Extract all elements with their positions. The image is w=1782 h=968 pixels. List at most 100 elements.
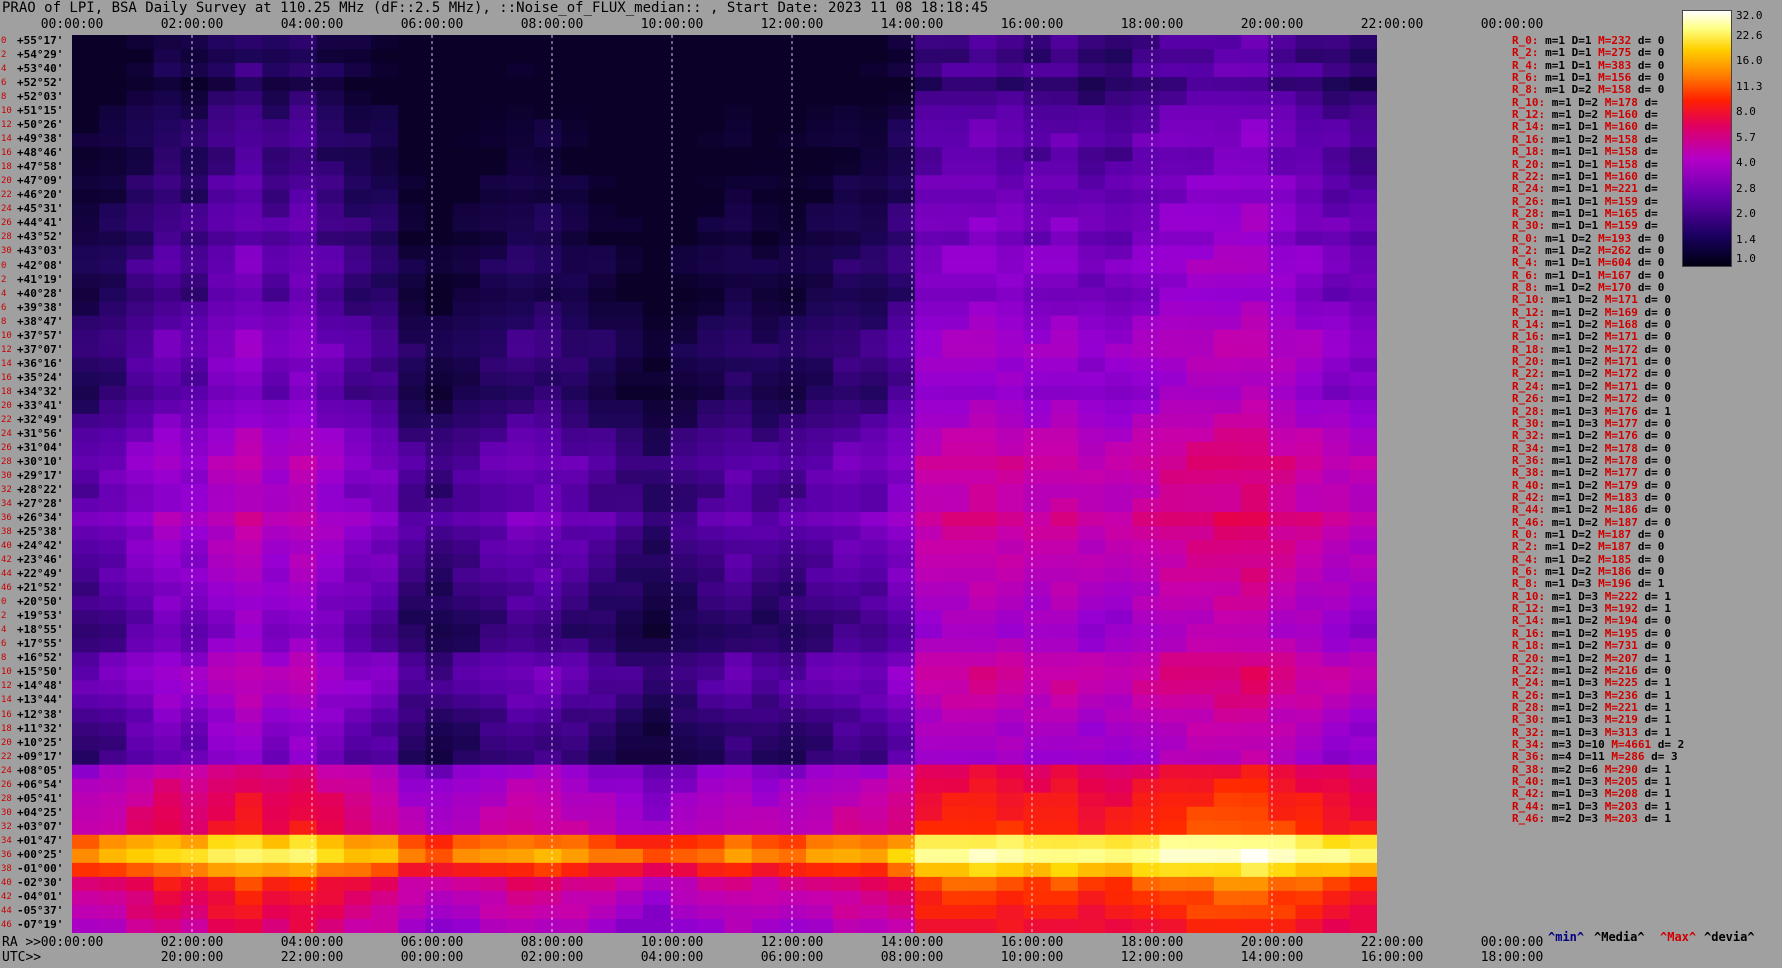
heatmap-cell — [99, 427, 127, 443]
heatmap-cell — [1077, 792, 1106, 808]
heatmap-cell — [153, 329, 182, 345]
stat-min: m=1 — [1551, 503, 1579, 517]
heatmap-cell — [1241, 245, 1269, 260]
heatmap-cell — [914, 259, 943, 275]
heatmap-cell — [942, 624, 970, 639]
heatmap-cell — [452, 161, 481, 176]
heatmap-cell — [534, 357, 562, 373]
heatmap-cell — [479, 610, 508, 625]
heatmap-cell — [235, 540, 263, 555]
heatmap-cell — [262, 231, 290, 246]
heatmap-cell — [887, 694, 916, 709]
heatmap-cell — [1349, 91, 1377, 106]
heatmap-cell — [1213, 848, 1242, 864]
heatmap-cell — [697, 554, 725, 569]
stat-max: M=221 — [1604, 700, 1645, 714]
heatmap-cell — [207, 512, 236, 527]
heatmap-cell — [316, 540, 345, 555]
heatmap-cell — [316, 329, 345, 345]
heatmap-cell — [371, 652, 399, 667]
heatmap-cell — [697, 596, 725, 611]
heatmap-cell — [942, 385, 970, 401]
heatmap-cell — [343, 161, 372, 176]
stat-ray: R_22: — [1512, 367, 1552, 381]
stat-ray: R_0: — [1512, 34, 1546, 47]
heatmap-cell — [670, 77, 698, 92]
heatmap-cell — [1159, 736, 1188, 752]
heatmap-cell — [778, 329, 807, 345]
heatmap-cell — [642, 498, 671, 513]
heatmap-cell — [1213, 918, 1242, 933]
heatmap-cell — [615, 259, 644, 275]
stat-ray: R_14: — [1512, 120, 1552, 134]
heatmap-cell — [887, 217, 916, 232]
heatmap-cell — [642, 413, 671, 429]
heatmap-cell — [1050, 596, 1079, 611]
stat-min: m=1 — [1545, 281, 1572, 294]
heatmap-cell — [479, 624, 508, 639]
heatmap-cell — [534, 512, 562, 527]
heatmap-cell — [670, 498, 698, 513]
heatmap-cell — [806, 890, 834, 906]
heatmap-cell — [1295, 315, 1324, 331]
heatmap-cell — [316, 778, 345, 794]
stat-devia: d= 0 — [1644, 515, 1672, 529]
heatmap-cell — [479, 806, 508, 822]
heatmap-cell — [534, 722, 562, 738]
stat-ray: R_30: — [1512, 219, 1552, 233]
heatmap-cell — [235, 568, 263, 583]
utc-tick-label: 12:00:00 — [1120, 950, 1184, 965]
stat-median: D=1 — [1571, 58, 1599, 72]
heatmap-cell — [534, 119, 562, 134]
heatmap-cell — [507, 876, 535, 892]
stat-ray: R_2: — [1512, 46, 1546, 60]
heatmap-cell — [235, 792, 263, 808]
stat-devia: d= 0 — [1637, 46, 1665, 60]
heatmap-cell — [1132, 49, 1160, 64]
heatmap-cell — [642, 399, 671, 415]
heatmap-cell — [860, 329, 889, 345]
heatmap-cell — [153, 610, 182, 625]
ray-index-label: 44 — [1, 905, 12, 916]
heatmap-cell — [642, 105, 671, 120]
declination-row-label: 8 +16°52' — [0, 651, 72, 665]
ray-index-label: 22 — [1, 414, 12, 425]
heatmap-cell — [833, 259, 861, 275]
heatmap-cell — [452, 568, 481, 583]
heatmap-cell — [1105, 834, 1133, 850]
heatmap-cell — [724, 596, 753, 611]
heatmap-cell — [833, 694, 861, 709]
heatmap-cell — [1349, 189, 1377, 204]
heatmap-cell — [425, 301, 454, 317]
heatmap-cell — [235, 147, 263, 162]
heatmap-cell — [670, 820, 698, 836]
stat-devia: d= 0 — [1637, 58, 1665, 72]
heatmap-cell — [1322, 245, 1351, 260]
heatmap-cell — [697, 568, 725, 583]
heatmap-cell — [153, 287, 182, 303]
top-tick-label: 04:00:00 — [280, 17, 344, 32]
heatmap-cell — [1050, 35, 1079, 50]
heatmap-cell — [235, 259, 263, 275]
heatmap-cell — [126, 582, 155, 597]
heatmap-cell — [1213, 652, 1242, 667]
heatmap-cell — [235, 119, 263, 134]
heatmap-cell — [887, 750, 916, 766]
heatmap-cell — [1295, 175, 1324, 190]
heatmap-cell — [425, 582, 454, 597]
heatmap-cell — [561, 918, 590, 933]
heatmap-cell — [969, 455, 997, 471]
heatmap-cell — [806, 638, 834, 653]
heatmap-cell — [860, 469, 889, 485]
heatmap-cell — [561, 498, 590, 513]
stat-devia: d= 0 — [1637, 34, 1665, 47]
heatmap-cell — [343, 301, 372, 317]
heatmap-cell — [1077, 189, 1106, 204]
heatmap-cell — [479, 231, 508, 246]
stat-ray: R_2: — [1512, 243, 1546, 257]
declination-row-label: 44 +22°49' — [0, 567, 72, 581]
heatmap-cell — [126, 652, 155, 667]
heatmap-cell — [670, 301, 698, 317]
heatmap-cell — [1023, 119, 1052, 134]
heatmap-cell — [153, 217, 182, 232]
